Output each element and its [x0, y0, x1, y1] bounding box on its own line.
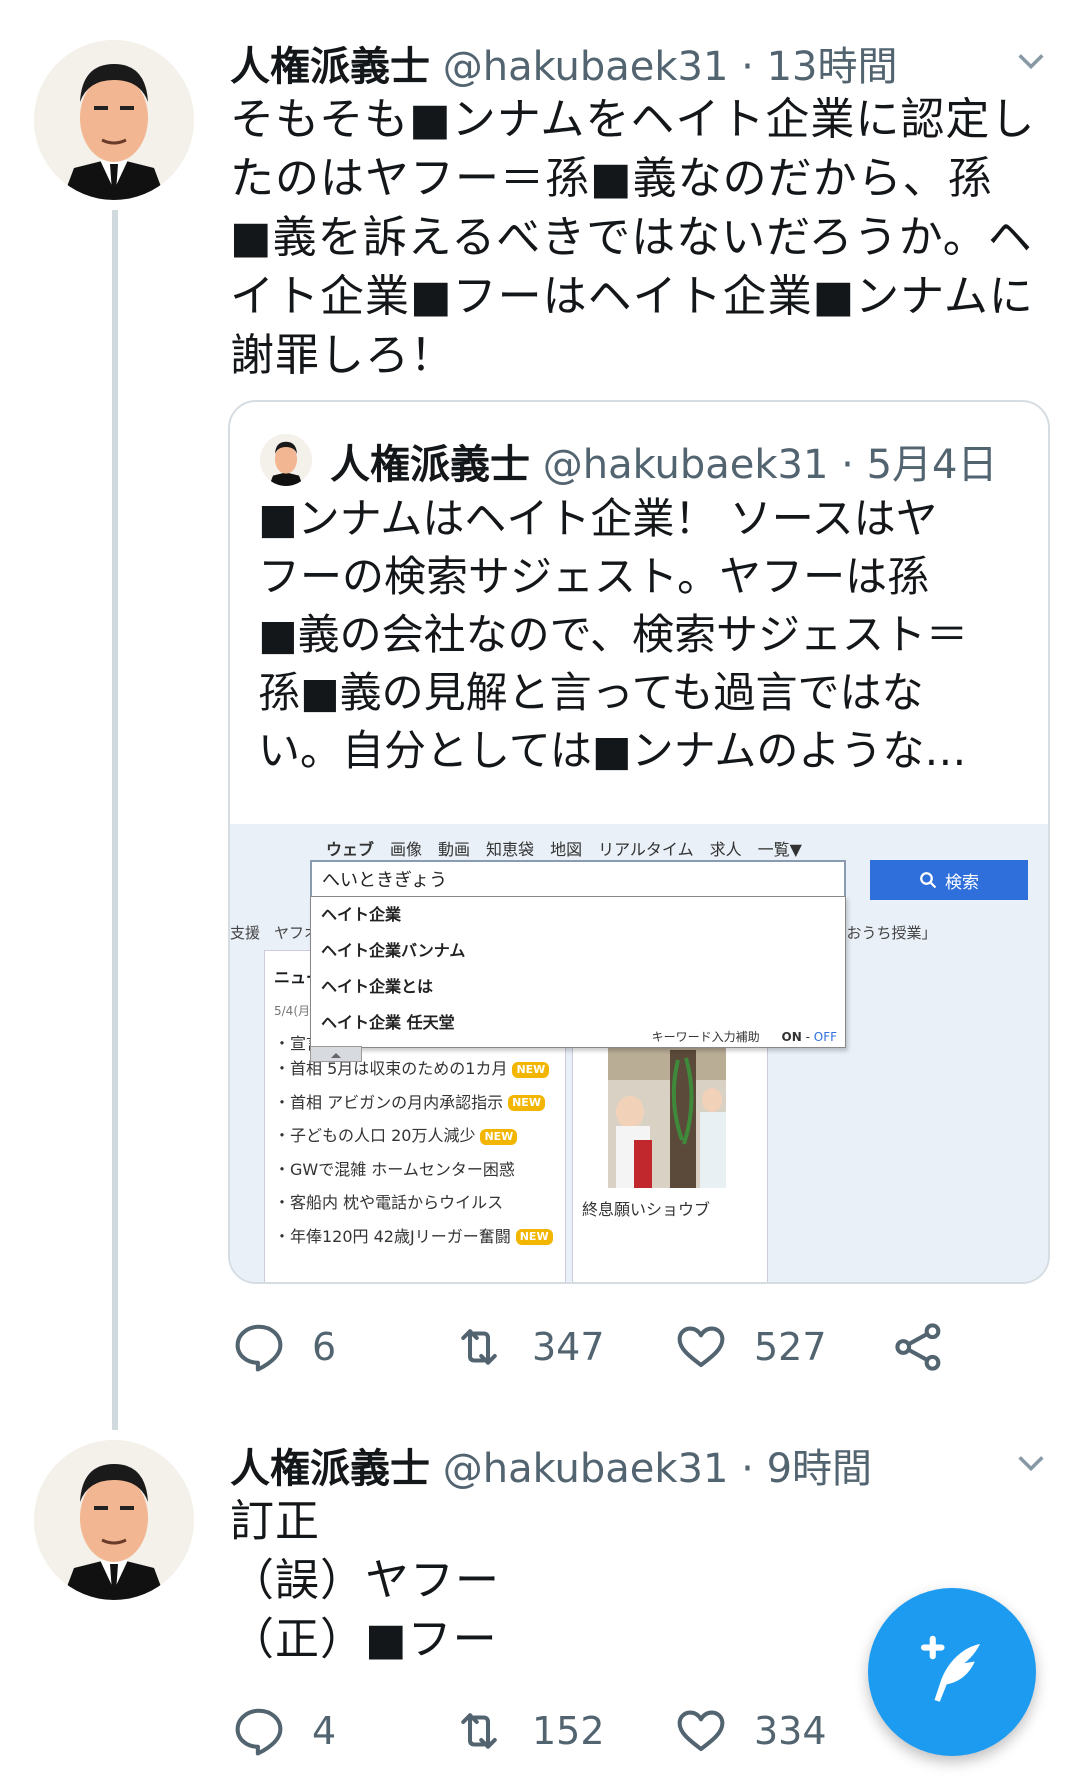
news-list: ・首相 5月は収束のための1カ月 NEW ・首相 アビガンの月内承認指示 NEW ・…	[274, 1052, 553, 1253]
tab-video: 動画	[438, 840, 471, 859]
tweet-text: そもそも■ンナムをヘイト企業に認定し たのはヤフー＝孫■義なのだから、孫 ■義を…	[230, 90, 1050, 385]
suggestion-item: ヘイト企業	[321, 905, 402, 924]
news-item: ・年俸120円 42歳Jリーガー奮闘 NEW	[274, 1220, 553, 1254]
tab-map: 地図	[550, 840, 583, 859]
quoted-line: フーの検索サジェスト。ヤフーは孫	[258, 552, 930, 601]
news-item: ・GWで混雑 ホームセンター困惑	[274, 1159, 515, 1179]
like-button[interactable]: 527	[674, 1320, 827, 1374]
heart-icon	[677, 1326, 725, 1368]
search-button-label: 検索	[945, 872, 979, 893]
tab-realtime: リアルタイム	[598, 840, 694, 859]
quoted-line: ■義の会社なので、検索サジェスト＝	[258, 610, 969, 659]
reply-icon	[235, 1708, 283, 1756]
news-item: ・子どもの人口 20万人減少 NEW	[274, 1119, 553, 1153]
tweet-line: 訂正	[230, 1496, 320, 1547]
quoted-header: 人権派義士 @hakubaek31 · 5月4日	[330, 432, 997, 490]
chevron-down-icon[interactable]	[1014, 44, 1048, 78]
reply-button[interactable]: 4	[232, 1704, 336, 1758]
reply-button[interactable]: 6	[232, 1320, 336, 1374]
news-photo	[608, 1040, 726, 1188]
search-button: 検索	[870, 860, 1028, 900]
retweet-icon	[461, 1329, 497, 1365]
feather-plus-icon	[920, 1635, 980, 1702]
keyword-assist: キーワード入力補助 ON - OFF	[651, 1030, 837, 1044]
retweet-button[interactable]: 347	[452, 1320, 605, 1374]
tweet-line: 謝罪しろ！	[230, 330, 455, 381]
retweet-count: 152	[532, 1709, 605, 1753]
handle-time: @hakubaek31 · 13時間	[442, 44, 898, 90]
avatar[interactable]	[34, 1440, 194, 1600]
tweet-header: 人権派義士 @hakubaek31 · 13時間	[230, 34, 897, 92]
tab-more: 一覧▼	[757, 840, 802, 859]
like-count: 334	[754, 1709, 827, 1753]
search-input-value: へいときぎょう	[322, 870, 448, 891]
display-name[interactable]: 人権派義士	[230, 1446, 430, 1492]
compose-tweet-button[interactable]	[868, 1588, 1036, 1756]
tweet-line: イト企業■フーはヘイト企業■ンナムに	[230, 271, 1034, 322]
handle-time: @hakubaek31 · 9時間	[442, 1446, 873, 1492]
tweet-line: そもそも■ンナムをヘイト企業に認定し	[230, 94, 1036, 145]
assist-on: ON	[781, 1030, 802, 1044]
suggestion-item: ヘイト企業バンナム	[321, 941, 466, 960]
retweet-button[interactable]: 152	[452, 1704, 605, 1758]
reply-count: 4	[312, 1709, 337, 1753]
dropdown-collapse-tab	[310, 1046, 362, 1062]
embedded-screenshot[interactable]: ウェブ 画像 動画 知恵袋 地図 リアルタイム 求人 一覧▼ へいときぎょう 検索 支援 ヤフ…	[230, 824, 1048, 1282]
quoted-line: 孫■義の見解と言っても過言ではな	[258, 668, 924, 717]
suggestion-dropdown: ヘイト企業 ヘイト企業バンナム ヘイト企業とは ヘイト企業 任天堂 キーワード入…	[310, 896, 846, 1048]
quoted-text: ■ンナムはヘイト企業！ ソースはヤ フーの検索サジェスト。ヤフーは孫 ■義の会社…	[258, 490, 1028, 780]
quoted-display-name: 人権派義士	[330, 442, 530, 488]
news-item: ・首相 アビガンの月内承認指示 NEW	[274, 1086, 553, 1120]
display-name[interactable]: 人権派義士	[230, 44, 430, 90]
like-count: 527	[754, 1325, 827, 1369]
new-badge: NEW	[515, 1229, 553, 1245]
tweet-line: たのはヤフー＝孫■義なのだから、孫	[230, 153, 993, 204]
tweet-header: 人権派義士 @hakubaek31 · 9時間	[230, 1436, 872, 1494]
reply-icon	[235, 1324, 283, 1372]
search-icon	[920, 872, 937, 889]
tweet-line: ■義を訴えるべきではないだろうか。ヘ	[230, 212, 1033, 263]
tab-chiebukuro: 知恵袋	[486, 840, 535, 859]
reply-count: 6	[312, 1325, 337, 1369]
chevron-down-icon[interactable]	[1014, 1446, 1048, 1480]
tab-jobs: 求人	[709, 840, 742, 859]
retweet-count: 347	[532, 1325, 605, 1369]
new-badge: NEW	[480, 1128, 518, 1145]
quoted-avatar	[260, 434, 312, 486]
like-button[interactable]: 334	[674, 1704, 827, 1758]
avatar[interactable]	[34, 40, 194, 200]
tweet-actions: 6 347 527	[0, 1320, 1080, 1380]
quoted-handle-time: @hakubaek31 · 5月4日	[542, 442, 998, 488]
news-item: ・客船内 枕や電話からウイルス	[274, 1193, 504, 1212]
search-tabs: ウェブ 画像 動画 知恵袋 地図 リアルタイム 求人 一覧▼	[326, 836, 818, 860]
quoted-line: い。自分としては■ンナムのような…	[258, 726, 967, 775]
photo-caption: 終息願いショウブ	[582, 1200, 711, 1219]
news-date: 5/4(月	[274, 1004, 310, 1018]
share-icon	[895, 1323, 941, 1371]
thread-line	[112, 210, 118, 1430]
retweet-icon	[461, 1713, 497, 1749]
share-button[interactable]	[892, 1320, 946, 1374]
assist-off: OFF	[813, 1030, 837, 1044]
new-badge: NEW	[512, 1061, 550, 1078]
tab-images: 画像	[390, 840, 423, 859]
heart-icon	[677, 1710, 725, 1752]
quoted-line: ■ンナムはヘイト企業！ ソースはヤ	[258, 494, 938, 543]
quoted-tweet[interactable]: 人権派義士 @hakubaek31 · 5月4日 ■ンナムはヘイト企業！ ソース…	[228, 400, 1050, 1284]
new-badge: NEW	[508, 1095, 545, 1111]
side-text: 支援	[230, 924, 261, 942]
tab-web: ウェブ	[326, 840, 375, 859]
suggestion-item: ヘイト企業とは	[321, 977, 434, 996]
